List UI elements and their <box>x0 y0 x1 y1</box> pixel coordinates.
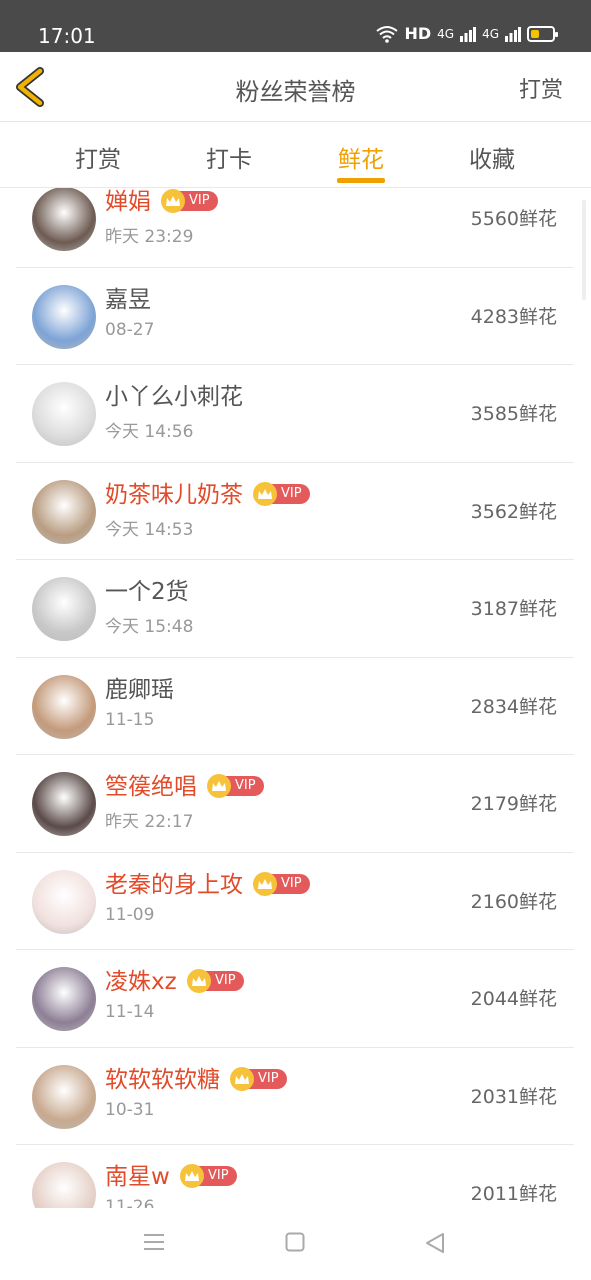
list-item[interactable]: 南星w VIP 11-26 2011鲜花 <box>16 1145 574 1208</box>
tab-reward[interactable]: 打赏 <box>53 140 143 174</box>
list-item[interactable]: 婵娟 VIP 昨天 23:29 5560鲜花 <box>16 188 574 268</box>
vip-badge: VIP <box>187 969 244 993</box>
activity-time: 11-26 <box>105 1197 155 1208</box>
crown-icon <box>180 1164 204 1188</box>
scrollbar[interactable] <box>582 200 586 300</box>
user-name: 老秦的身上攻 <box>105 871 243 898</box>
tab-collect[interactable]: 收藏 <box>447 140 537 174</box>
flower-count: 3187鲜花 <box>470 598 557 620</box>
user-name: 一个2货 <box>105 579 189 605</box>
user-name: 南星w <box>105 1164 170 1190</box>
list-item[interactable]: 箜篌绝唱 VIP 昨天 22:17 2179鲜花 <box>16 755 574 853</box>
list-item[interactable]: 小丫么小刺花今天 14:56 3585鲜花 <box>16 365 574 463</box>
vip-badge: VIP <box>230 1066 287 1091</box>
list-item[interactable]: 鹿卿瑶 11-15 2834鲜花 <box>16 658 574 755</box>
flower-count: 2179鲜花 <box>470 793 557 815</box>
activity-time: 今天 15:48 <box>105 617 194 637</box>
avatar[interactable] <box>32 284 96 349</box>
user-name: 小丫么小刺花 <box>105 384 243 410</box>
avatar[interactable] <box>32 577 96 641</box>
crown-icon <box>161 189 185 213</box>
status-icons: HD 4G 4G <box>376 24 558 43</box>
hd-label: HD <box>404 24 432 43</box>
triangle-back-icon[interactable] <box>425 1232 445 1254</box>
activity-time: 08-27 <box>105 319 155 340</box>
activity-time: 10-31 <box>105 1099 155 1120</box>
crown-icon <box>187 969 211 993</box>
list-item[interactable]: 老秦的身上攻 VIP 11-09 2160鲜花 <box>16 853 574 950</box>
signal-icon <box>460 26 477 42</box>
user-name: 婵娟 <box>105 189 151 215</box>
activity-time: 昨天 23:29 <box>105 227 194 247</box>
flower-count: 4283鲜花 <box>470 305 557 328</box>
flower-count: 2160鲜花 <box>470 890 557 913</box>
crown-icon <box>207 774 231 798</box>
tab-flowers[interactable]: 鲜花 <box>316 140 406 174</box>
network-label-1: 4G <box>437 26 455 41</box>
status-time: 17:01 <box>38 24 96 48</box>
flower-count: 2031鲜花 <box>470 1085 557 1108</box>
flower-count: 2834鲜花 <box>470 695 557 718</box>
activity-time: 11-09 <box>105 904 155 925</box>
reward-button[interactable]: 打赏 <box>519 72 563 104</box>
avatar[interactable] <box>32 1162 96 1208</box>
vip-badge: VIP <box>161 189 218 213</box>
fan-list[interactable]: 婵娟 VIP 昨天 23:29 5560鲜花嘉昱 08-27 4283鲜花小丫么小刺花今天… <box>16 188 574 1208</box>
list-item[interactable]: 软软软软糖 VIP 10-31 2031鲜花 <box>16 1048 574 1145</box>
user-name: 嘉昱 <box>105 286 151 313</box>
list-item[interactable]: 奶茶味儿奶茶 VIP 今天 14:53 3562鲜花 <box>16 463 574 560</box>
list-item[interactable]: 嘉昱 08-27 4283鲜花 <box>16 268 574 365</box>
flower-count: 2044鲜花 <box>470 988 557 1010</box>
user-name: 箜篌绝唱 <box>105 774 197 800</box>
flower-count: 2011鲜花 <box>470 1183 557 1205</box>
menu-icon[interactable] <box>143 1232 165 1252</box>
crown-icon <box>253 871 277 896</box>
avatar[interactable] <box>32 869 96 934</box>
user-name: 凌姝xz <box>105 969 177 995</box>
page-title: 粉丝荣誉榜 <box>235 78 356 106</box>
signal-icon <box>505 26 521 42</box>
activity-time: 今天 14:56 <box>105 422 194 442</box>
avatar[interactable] <box>32 188 96 251</box>
avatar[interactable] <box>32 674 96 739</box>
status-bar: 17:01 HD 4G 4G <box>0 0 591 52</box>
wifi-icon <box>376 25 399 43</box>
vip-badge: VIP <box>253 871 310 896</box>
avatar[interactable] <box>32 772 96 836</box>
vip-badge: VIP <box>253 481 310 506</box>
tab-checkin[interactable]: 打卡 <box>184 140 274 174</box>
activity-time: 11-15 <box>105 709 155 730</box>
activity-time: 11-14 <box>105 1002 155 1022</box>
user-name: 奶茶味儿奶茶 <box>105 481 243 508</box>
list-item[interactable]: 凌姝xz VIP 11-14 2044鲜花 <box>16 950 574 1048</box>
flower-count: 3562鲜花 <box>470 500 557 523</box>
avatar[interactable] <box>32 479 96 544</box>
avatar[interactable] <box>32 382 96 446</box>
activity-time: 昨天 22:17 <box>105 812 194 832</box>
system-nav-bar <box>0 1208 591 1280</box>
user-name: 软软软软糖 <box>105 1066 220 1093</box>
activity-time: 今天 14:53 <box>105 519 194 540</box>
active-tab-indicator <box>337 178 385 183</box>
flower-count: 5560鲜花 <box>470 208 557 230</box>
list-item[interactable]: 一个2货今天 15:48 3187鲜花 <box>16 560 574 658</box>
crown-icon <box>230 1066 254 1091</box>
avatar[interactable] <box>32 967 96 1031</box>
battery-icon <box>527 25 558 42</box>
home-icon[interactable] <box>285 1232 305 1252</box>
vip-badge: VIP <box>207 774 264 798</box>
avatar[interactable] <box>32 1064 96 1129</box>
crown-icon <box>253 481 277 506</box>
vip-badge: VIP <box>180 1164 237 1188</box>
tab-bar: 打赏 打卡 鲜花 收藏 <box>0 122 591 188</box>
user-name: 鹿卿瑶 <box>105 676 174 703</box>
network-label-2: 4G <box>482 26 499 41</box>
nav-bar: 粉丝荣誉榜 打赏 <box>0 52 591 122</box>
flower-count: 3585鲜花 <box>470 403 557 425</box>
